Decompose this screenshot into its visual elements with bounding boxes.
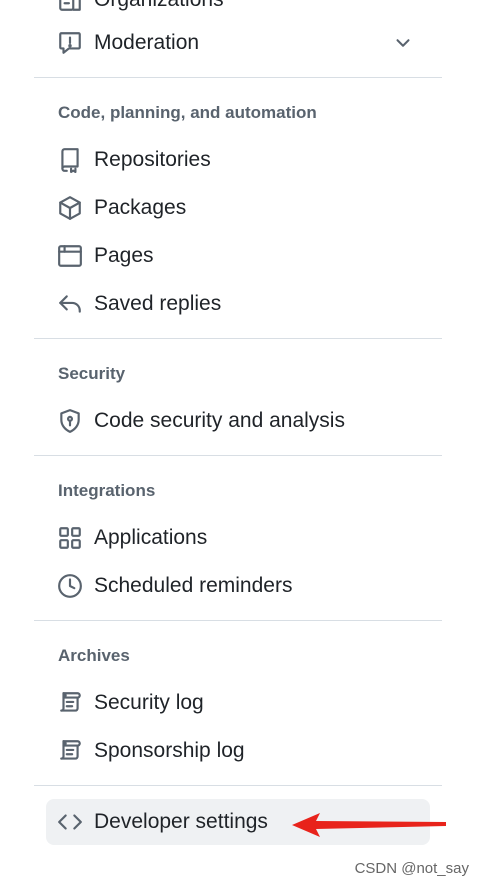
section-title-security: Security: [58, 364, 126, 383]
watermark: CSDN @not_say: [354, 860, 469, 877]
package-icon: [57, 195, 83, 221]
report-icon: [57, 30, 83, 56]
section-title-code-planning: Code, planning, and automation: [58, 103, 317, 122]
log-icon: [57, 738, 83, 764]
reply-icon: [57, 291, 83, 317]
apps-icon: [57, 525, 83, 551]
sidebar-item-label: Packages: [94, 196, 187, 219]
section-title-archives: Archives: [58, 646, 130, 665]
sidebar-item-label: Applications: [94, 526, 208, 549]
sidebar-item-scheduled-reminders[interactable]: Scheduled reminders: [46, 563, 430, 609]
log-icon: [57, 690, 83, 716]
sidebar-item-code-security[interactable]: Code security and analysis: [46, 398, 430, 444]
sidebar-item-pages[interactable]: Pages: [46, 233, 430, 279]
sidebar-item-label: Repositories: [94, 148, 211, 171]
sidebar-item-label: Security log: [94, 691, 204, 714]
sidebar-item-moderation[interactable]: Moderation: [46, 20, 430, 66]
sidebar-item-label: Saved replies: [94, 292, 222, 315]
sidebar-item-sponsorship-log[interactable]: Sponsorship log: [46, 728, 430, 774]
divider: [34, 77, 442, 78]
divider: [34, 785, 442, 786]
divider: [34, 455, 442, 456]
section-title-integrations: Integrations: [58, 481, 156, 500]
sidebar-item-saved-replies[interactable]: Saved replies: [46, 281, 430, 327]
sidebar-item-label: Moderation: [94, 31, 200, 54]
divider: [34, 620, 442, 621]
sidebar-item-applications[interactable]: Applications: [46, 515, 430, 561]
annotation-arrow-icon: [292, 813, 446, 837]
sidebar-item-repositories[interactable]: Repositories: [46, 137, 430, 183]
sidebar-item-packages[interactable]: Packages: [46, 185, 430, 231]
shield-lock-icon: [57, 408, 83, 434]
sidebar-item-label: Developer settings: [94, 810, 268, 833]
divider: [34, 338, 442, 339]
code-icon: [57, 809, 83, 835]
sidebar-item-label: Organizations: [94, 0, 224, 12]
sidebar-item-label: Pages: [94, 244, 154, 267]
clock-icon: [57, 573, 83, 599]
browser-icon: [57, 243, 83, 269]
sidebar-item-label: Code security and analysis: [94, 409, 345, 432]
sidebar-item-label: Scheduled reminders: [94, 574, 293, 597]
repo-icon: [57, 147, 83, 173]
sidebar-item-security-log[interactable]: Security log: [46, 680, 430, 726]
organization-icon: [57, 0, 83, 13]
chevron-down-icon[interactable]: [392, 32, 414, 54]
sidebar-item-label: Sponsorship log: [94, 739, 245, 762]
